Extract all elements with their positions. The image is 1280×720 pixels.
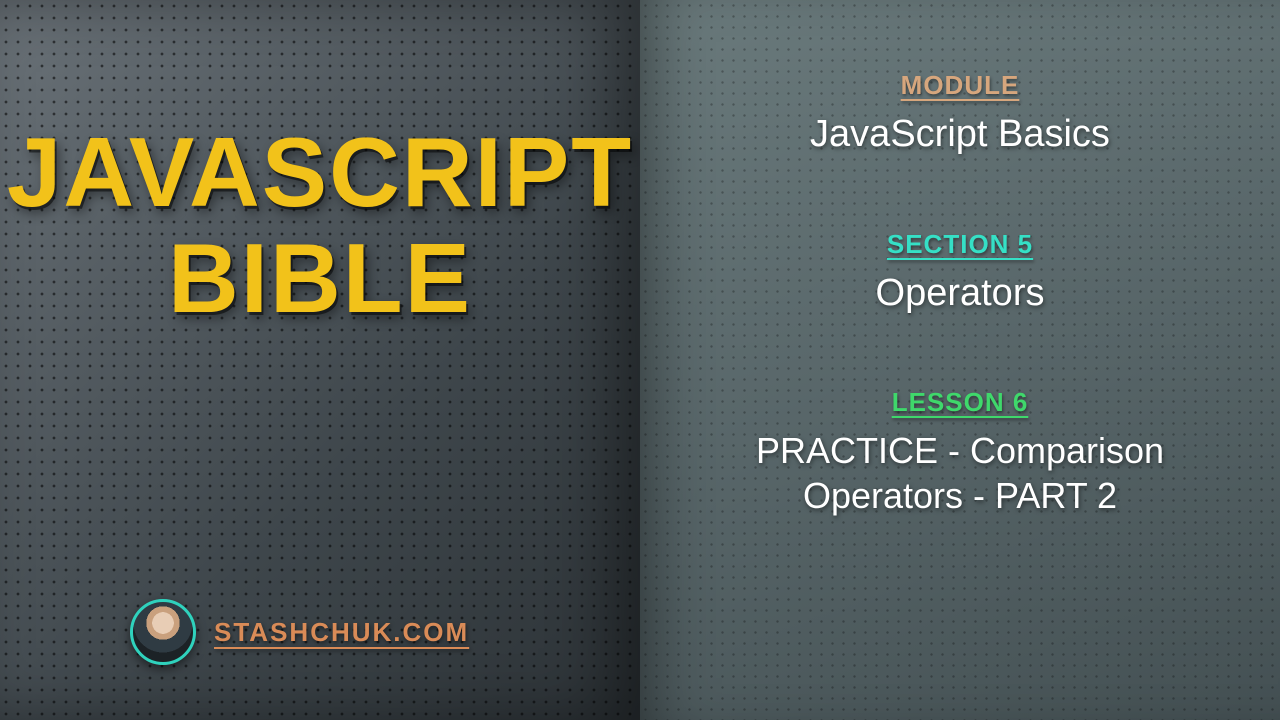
module-label: MODULE (901, 70, 1020, 101)
slide: JAVASCRIPT BIBLE STASHCHUK.COM MODULE Ja… (0, 0, 1280, 720)
left-panel: JAVASCRIPT BIBLE STASHCHUK.COM (0, 0, 640, 720)
module-value: JavaScript Basics (810, 111, 1110, 159)
course-title: JAVASCRIPT BIBLE (0, 120, 640, 332)
section-block: SECTION 5 Operators (680, 229, 1240, 318)
section-value: Operators (876, 270, 1045, 318)
course-title-line2: BIBLE (0, 226, 640, 332)
author-site-link[interactable]: STASHCHUK.COM (214, 617, 469, 648)
lesson-block: LESSON 6 PRACTICE - Comparison Operators… (680, 387, 1240, 518)
course-title-line1: JAVASCRIPT (0, 120, 640, 226)
lesson-label: LESSON 6 (892, 387, 1029, 418)
lesson-value: PRACTICE - Comparison Operators - PART 2 (680, 428, 1240, 518)
section-label: SECTION 5 (887, 229, 1033, 260)
author-avatar (130, 599, 196, 665)
module-block: MODULE JavaScript Basics (680, 70, 1240, 159)
right-panel: MODULE JavaScript Basics SECTION 5 Opera… (640, 0, 1280, 720)
author-row: STASHCHUK.COM (130, 599, 469, 665)
